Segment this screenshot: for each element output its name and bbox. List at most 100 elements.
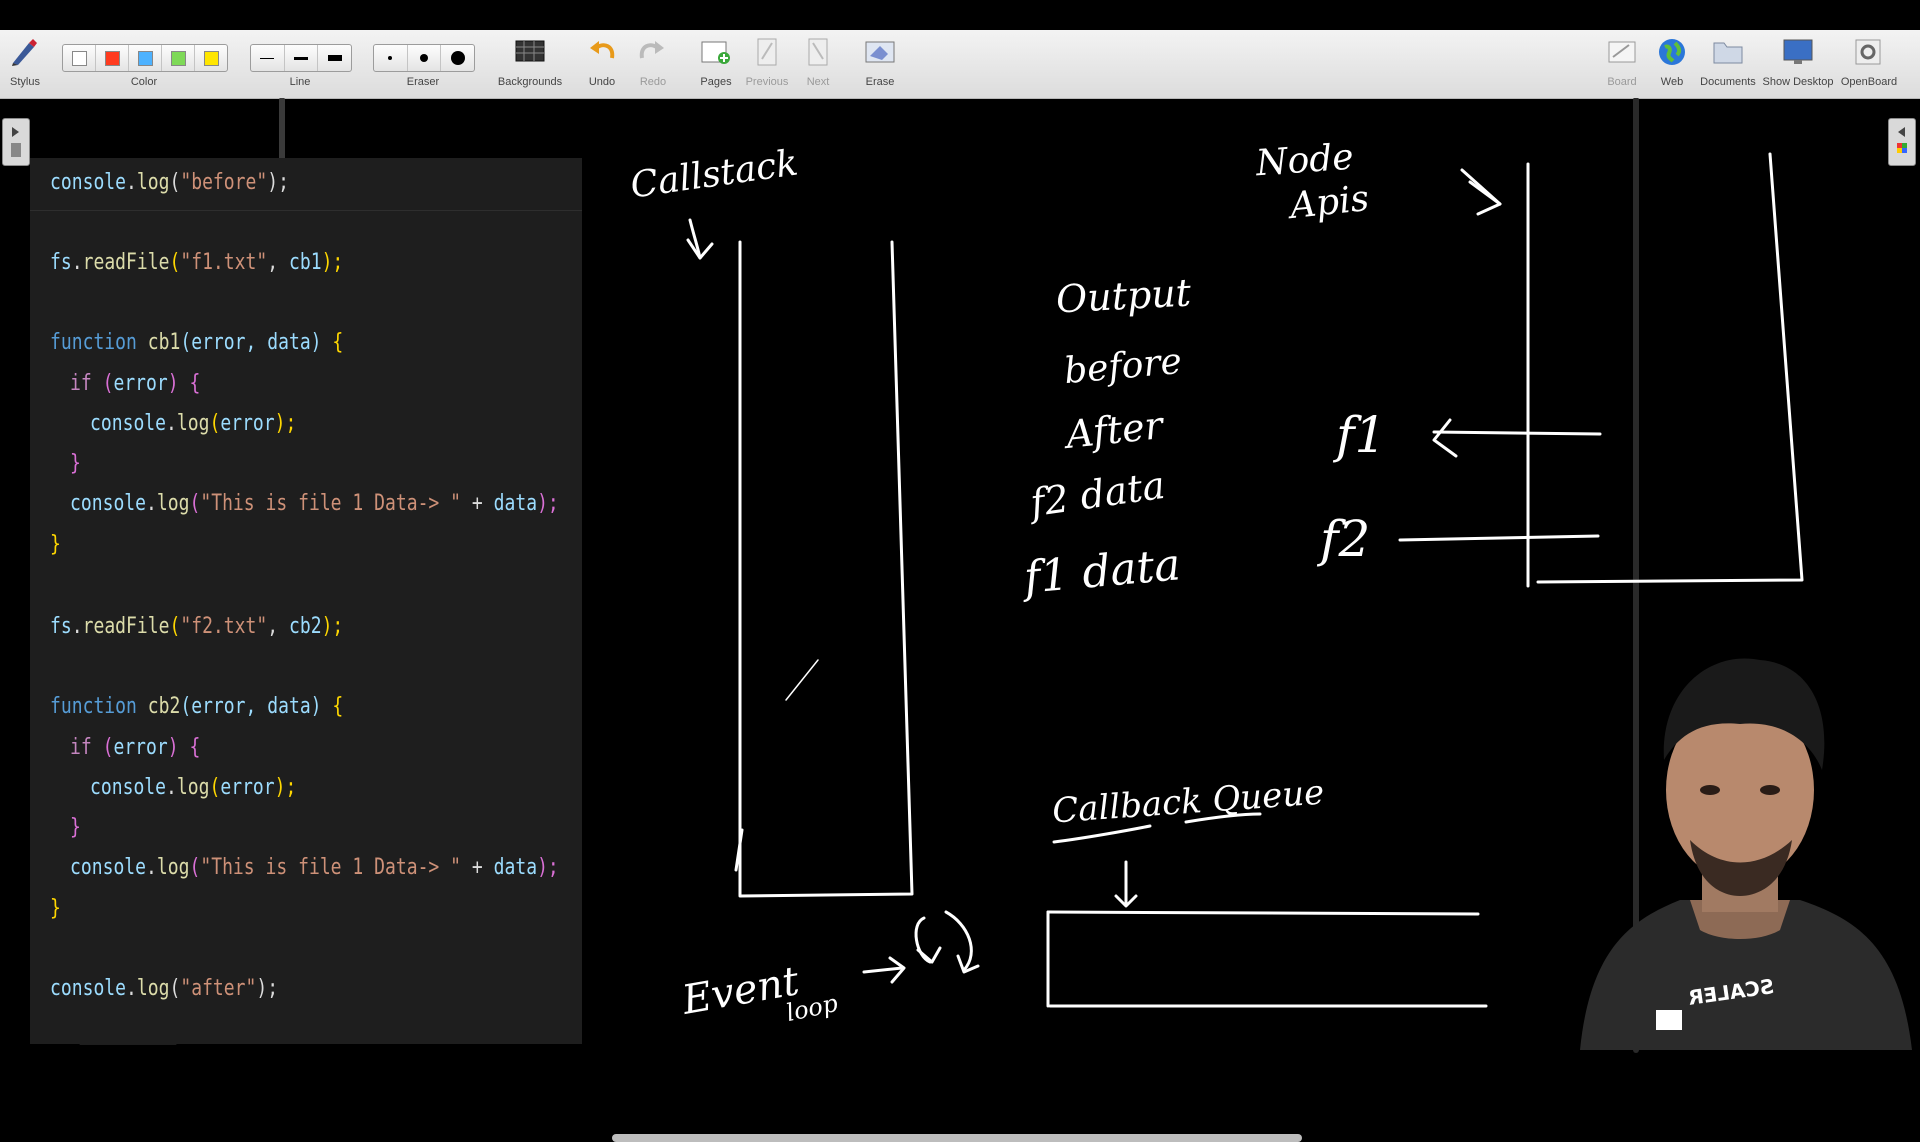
code-line-16: console.log("after"); (50, 976, 278, 1001)
gear-icon (1852, 36, 1884, 68)
eraser-label: Eraser (406, 76, 440, 88)
board-icon (1606, 36, 1638, 68)
code-token: ( (169, 614, 181, 639)
redo-icon (636, 36, 668, 68)
previous-label: Previous (745, 76, 789, 88)
line-medium[interactable] (285, 45, 319, 71)
code-token: log (156, 855, 190, 880)
code-line-7: console.log("This is file 1 Data-> " + d… (70, 491, 559, 516)
code-token: log (156, 491, 190, 516)
code-token: cb1 (147, 330, 181, 355)
presenter-webcam: SCALER (1560, 620, 1920, 1050)
documents-label: Documents (1700, 76, 1756, 88)
code-token: . (166, 411, 177, 436)
code-token: log (176, 775, 210, 800)
code-line-14: console.log("This is file 1 Data-> " + d… (70, 855, 559, 880)
color-picker[interactable] (62, 44, 228, 72)
line-thin[interactable] (251, 45, 285, 71)
horizontal-scrollbar[interactable] (612, 1134, 1302, 1142)
code-token: { (332, 330, 344, 355)
code-token: . (71, 250, 83, 275)
line-thick[interactable] (318, 45, 351, 71)
add-page-icon (700, 36, 732, 68)
code-token: log (136, 976, 170, 1001)
code-token: } (50, 896, 61, 921)
eraser-small[interactable] (374, 45, 408, 71)
code-line-6: } (70, 451, 81, 476)
stylus-label: Stylus (10, 76, 40, 88)
line-width-picker[interactable] (250, 44, 352, 72)
code-token: } (50, 532, 61, 557)
code-token: ); (321, 614, 344, 639)
color-white[interactable] (63, 45, 96, 71)
color-yellow[interactable] (195, 45, 227, 71)
code-token: function (50, 694, 137, 719)
undo-label: Undo (588, 76, 616, 88)
code-token: ); (256, 976, 279, 1001)
desktop-icon (1782, 36, 1814, 68)
code-token: ( (209, 411, 221, 436)
code-token: ( (91, 371, 114, 396)
color-blue[interactable] (129, 45, 162, 71)
erase-label: Erase (865, 76, 895, 88)
undo-icon (586, 36, 618, 68)
code-token: ); (537, 491, 559, 516)
code-token: ); (321, 250, 344, 275)
code-token: data (493, 855, 538, 880)
code-editor-snapshot: console.log("before"); fs.readFile("f1.tx… (30, 158, 582, 1044)
next-label: Next (806, 76, 830, 88)
code-token: console (50, 976, 127, 1001)
code-token: ( (189, 491, 201, 516)
previous-page-icon (751, 36, 783, 68)
code-token: error (113, 371, 168, 396)
stylus-icon (8, 36, 40, 68)
code-token: . (166, 775, 177, 800)
code-token: "before" (180, 170, 268, 195)
code-token: cb1 (288, 250, 322, 275)
code-token: readFile (82, 614, 170, 639)
code-token: (error, data) (180, 694, 333, 719)
code-token: ); (267, 170, 289, 195)
code-token: ( (169, 976, 181, 1001)
web-label: Web (1660, 76, 1684, 88)
node-apis-label-line1: Node (1254, 136, 1355, 185)
openboard-toolbar: Stylus Color Line Eraser Backgrounds Und… (0, 30, 1920, 99)
node-api-f2-label: f2 (1320, 510, 1371, 568)
code-token: "This is file 1 Data-> " (200, 491, 462, 516)
code-token: "f2.txt" (180, 614, 268, 639)
code-token: error (220, 411, 275, 436)
color-green[interactable] (162, 45, 195, 71)
code-line-10: function cb2(error, data) { (50, 694, 343, 719)
code-token: + (461, 855, 494, 880)
code-token: } (70, 815, 81, 840)
code-token: console (90, 775, 167, 800)
code-token: "after" (180, 976, 257, 1001)
eraser-size-picker[interactable] (373, 44, 475, 72)
color-red[interactable] (96, 45, 129, 71)
code-token: . (146, 855, 157, 880)
openboard-label: OpenBoard (1840, 76, 1898, 88)
redo-label: Redo (639, 76, 667, 88)
code-token: ); (274, 411, 297, 436)
output-heading: Output (1054, 270, 1193, 322)
show-desktop-label: Show Desktop (1762, 76, 1834, 88)
pages-label: Pages (700, 76, 732, 88)
code-line-5: console.log(error); (90, 411, 296, 436)
code-token: if (70, 735, 92, 760)
code-line-11: if (error) { (70, 735, 200, 760)
code-line-1: console.log("before"); (50, 170, 289, 195)
code-token: ( (169, 250, 181, 275)
code-line-2: fs.readFile("f1.txt", cb1); (50, 250, 343, 275)
code-token: readFile (82, 250, 170, 275)
code-token: ) (167, 735, 190, 760)
code-line-8: } (50, 532, 61, 557)
code-token: console (50, 170, 127, 195)
node-apis-label-line2: Apis (1288, 177, 1371, 228)
eraser-large[interactable] (441, 45, 474, 71)
code-token: data (493, 491, 538, 516)
folder-icon (1712, 36, 1744, 68)
eraser-medium[interactable] (408, 45, 442, 71)
code-token: } (70, 451, 81, 476)
node-api-f1-label: f1 (1336, 406, 1387, 464)
